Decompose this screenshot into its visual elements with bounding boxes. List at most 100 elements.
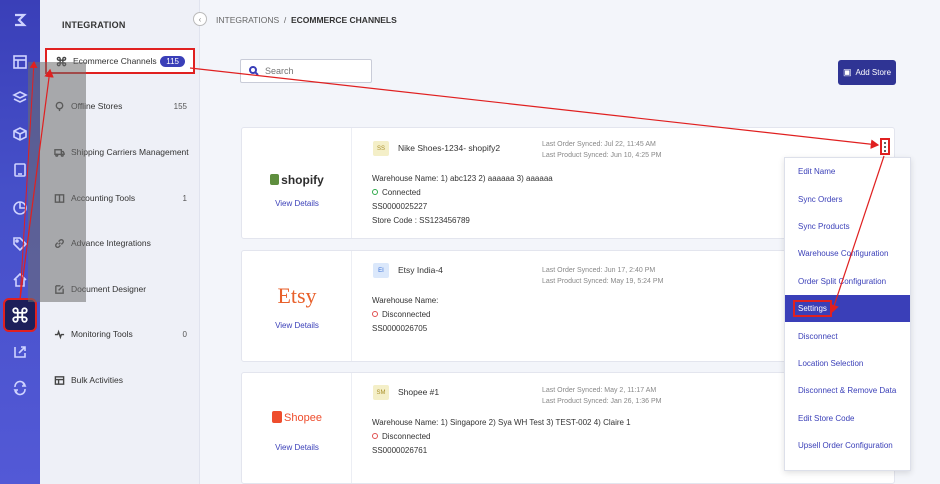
menu-label: Settings bbox=[793, 300, 832, 318]
breadcrumb: INTEGRATIONS / ECOMMERCE CHANNELS bbox=[216, 15, 397, 25]
breadcrumb-root[interactable]: INTEGRATIONS bbox=[216, 15, 279, 25]
grid-icon bbox=[53, 374, 65, 386]
status-connected: Connected bbox=[372, 186, 553, 200]
menu-item-disconnect-remove-data[interactable]: Disconnect & Remove Data bbox=[785, 377, 910, 404]
status-text: Disconnected bbox=[382, 310, 431, 319]
logo-icon[interactable] bbox=[10, 10, 30, 30]
store-id: SS0000026705 bbox=[372, 324, 428, 333]
store-logo-column: Etsy View Details bbox=[242, 251, 352, 361]
store-id: SS0000026761 bbox=[372, 446, 428, 455]
more-options-icon[interactable] bbox=[880, 138, 890, 155]
disconnected-dot-icon bbox=[372, 311, 378, 317]
menu-item-order-split-configuration[interactable]: Order Split Configuration bbox=[785, 268, 910, 295]
search-icon bbox=[249, 66, 259, 76]
store-details: Warehouse Name: Disconnected SS000002670… bbox=[372, 294, 438, 336]
shopee-logo-text: Shopee bbox=[284, 412, 322, 424]
tablet-icon[interactable] bbox=[10, 160, 30, 180]
pie-chart-icon[interactable] bbox=[10, 198, 30, 218]
shopee-logo: Shopee bbox=[242, 411, 352, 424]
store-name: Etsy India-4 bbox=[398, 265, 443, 275]
last-order-synced: Last Order Synced: Jul 22, 11:45 AM bbox=[542, 141, 656, 148]
store-name: Shopee #1 bbox=[398, 387, 440, 397]
breadcrumb-separator: / bbox=[283, 15, 287, 25]
last-product-synced: Last Product Synced: Jan 26, 1:36 PM bbox=[542, 398, 662, 405]
store-add-icon: ▣ bbox=[842, 67, 852, 77]
menu-item-settings[interactable]: Settings bbox=[785, 294, 910, 323]
add-store-button[interactable]: ▣ Add Store bbox=[838, 60, 896, 85]
view-details-link[interactable]: View Details bbox=[242, 321, 352, 330]
store-code: Store Code : SS123456789 bbox=[372, 216, 470, 225]
sidebar-item-label: Monitoring Tools bbox=[71, 329, 133, 339]
sync-info: Last Order Synced: Jun 17, 2:40 PM Last … bbox=[542, 265, 663, 287]
layout-icon[interactable] bbox=[10, 52, 30, 72]
warehouse-name: Warehouse Name: bbox=[372, 296, 439, 305]
highlight-overlay bbox=[28, 62, 86, 302]
menu-label: Disconnect & Remove Data bbox=[798, 386, 897, 396]
layers-icon[interactable] bbox=[10, 88, 30, 108]
store-badge: EI bbox=[373, 263, 389, 278]
sync-icon[interactable] bbox=[10, 378, 30, 398]
etsy-logo: Etsy bbox=[277, 283, 317, 308]
menu-item-edit-name[interactable]: Edit Name bbox=[785, 158, 910, 185]
home-icon[interactable] bbox=[10, 270, 30, 290]
menu-label: Disconnect bbox=[798, 331, 838, 341]
store-badge: SS bbox=[373, 141, 389, 156]
menu-label: Sync Products bbox=[798, 221, 850, 231]
count-badge: 1 bbox=[182, 193, 187, 203]
menu-item-location-selection[interactable]: Location Selection bbox=[785, 350, 910, 377]
menu-item-warehouse-configuration[interactable]: Warehouse Configuration bbox=[785, 240, 910, 267]
store-actions-menu: Edit Name Sync Orders Sync Products Ware… bbox=[784, 157, 911, 471]
last-order-synced: Last Order Synced: Jun 17, 2:40 PM bbox=[542, 267, 656, 274]
sidebar-item-monitoring-tools[interactable]: Monitoring Tools 0 bbox=[45, 321, 195, 347]
store-details: Warehouse Name: 1) abc123 2) aaaaaa 3) a… bbox=[372, 172, 553, 228]
export-icon[interactable] bbox=[10, 342, 30, 362]
sidebar-title: INTEGRATION bbox=[62, 20, 126, 30]
breadcrumb-current: ECOMMERCE CHANNELS bbox=[290, 15, 397, 25]
status-disconnected: Disconnected bbox=[372, 430, 631, 444]
last-product-synced: Last Product Synced: Jun 10, 4:25 PM bbox=[542, 152, 662, 159]
store-details: Warehouse Name: 1) Singapore 2) Sya WH T… bbox=[372, 416, 631, 458]
count-badge: 155 bbox=[173, 101, 187, 111]
menu-label: Location Selection bbox=[798, 358, 864, 368]
warehouse-name: Warehouse Name: 1) abc123 2) aaaaaa 3) a… bbox=[372, 174, 553, 183]
sidebar-item-bulk-activities[interactable]: Bulk Activities bbox=[45, 367, 195, 393]
disconnected-dot-icon bbox=[372, 433, 378, 439]
menu-label: Sync Orders bbox=[798, 194, 843, 204]
collapse-sidebar-button[interactable]: ‹ bbox=[193, 12, 207, 26]
menu-label: Edit Name bbox=[798, 167, 836, 177]
sync-info: Last Order Synced: Jul 22, 11:45 AM Last… bbox=[542, 139, 661, 161]
count-badge: 115 bbox=[160, 55, 185, 67]
store-id: SS0000025227 bbox=[372, 202, 428, 211]
store-logo-column: shopify View Details bbox=[242, 128, 352, 238]
store-badge: SM bbox=[373, 385, 389, 400]
sync-info: Last Order Synced: May 2, 11:17 AM Last … bbox=[542, 385, 661, 407]
box-icon[interactable] bbox=[10, 124, 30, 144]
sidebar-item-label: Shipping Carriers Management bbox=[71, 147, 189, 157]
search-input[interactable] bbox=[265, 66, 365, 76]
menu-item-disconnect[interactable]: Disconnect bbox=[785, 322, 910, 349]
count-badge: 0 bbox=[182, 329, 187, 339]
integration-command-icon[interactable] bbox=[3, 298, 37, 332]
last-order-synced: Last Order Synced: May 2, 11:17 AM bbox=[542, 387, 657, 394]
menu-label: Order Split Configuration bbox=[798, 276, 887, 286]
status-text: Disconnected bbox=[382, 432, 431, 441]
status-disconnected: Disconnected bbox=[372, 308, 438, 322]
menu-item-edit-store-code[interactable]: Edit Store Code bbox=[785, 405, 910, 432]
menu-label: Upsell Order Configuration bbox=[798, 441, 893, 451]
shopify-bag-icon bbox=[270, 174, 280, 185]
menu-label: Edit Store Code bbox=[798, 413, 855, 423]
menu-item-sync-products[interactable]: Sync Products bbox=[785, 213, 910, 240]
warehouse-name: Warehouse Name: 1) Singapore 2) Sya WH T… bbox=[372, 418, 631, 427]
shopify-logo: shopify bbox=[242, 173, 352, 187]
connected-dot-icon bbox=[372, 189, 378, 195]
view-details-link[interactable]: View Details bbox=[242, 199, 352, 208]
add-store-label: Add Store bbox=[855, 68, 892, 77]
store-name: Nike Shoes-1234- shopify2 bbox=[398, 143, 501, 153]
menu-label: Warehouse Configuration bbox=[798, 249, 889, 259]
store-logo-column: Shopee View Details bbox=[242, 373, 352, 483]
menu-item-upsell-order-configuration[interactable]: Upsell Order Configuration bbox=[785, 432, 910, 459]
menu-item-sync-orders[interactable]: Sync Orders bbox=[785, 185, 910, 212]
tag-icon[interactable] bbox=[10, 234, 30, 254]
search-box[interactable] bbox=[240, 59, 372, 83]
view-details-link[interactable]: View Details bbox=[242, 443, 352, 452]
